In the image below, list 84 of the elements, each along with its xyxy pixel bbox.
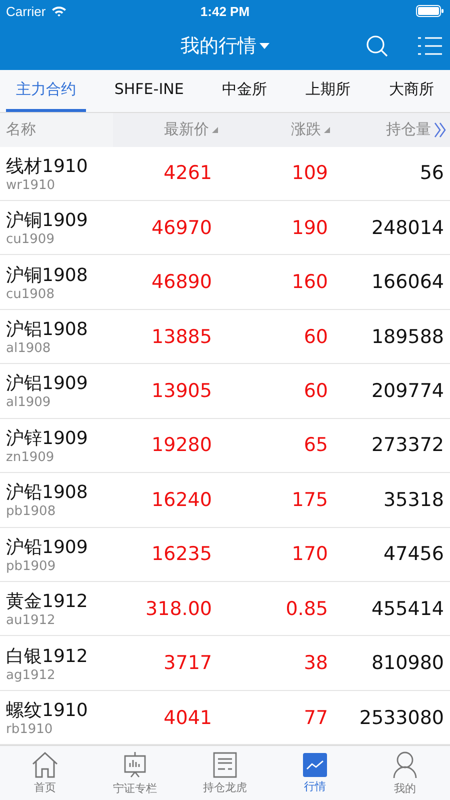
price-cell-text: 46970 bbox=[150, 216, 212, 239]
open-interest-cell-text: 35318 bbox=[382, 488, 444, 511]
contract-code: cu1909 bbox=[6, 232, 56, 248]
open-interest-cell-text: 2533080 bbox=[358, 706, 444, 729]
search-icon[interactable] bbox=[366, 35, 388, 57]
wifi-icon bbox=[50, 5, 67, 17]
contract-name: 沪铅1908 bbox=[6, 481, 89, 504]
price-cell-text: 3717 bbox=[162, 652, 212, 674]
contract-code: au1912 bbox=[6, 613, 56, 628]
change-cell-text: 60 bbox=[302, 326, 328, 348]
document-icon bbox=[213, 752, 237, 778]
open-interest-cell-text: 455414 bbox=[370, 598, 444, 620]
open-interest-cell-text: 810980 bbox=[370, 652, 444, 674]
price-cell-text: 16240 bbox=[150, 488, 212, 511]
change-cell-text: 38 bbox=[302, 652, 328, 674]
double-chevron-icon[interactable] bbox=[434, 122, 446, 138]
contract-code: cu1908 bbox=[6, 286, 56, 302]
home-icon bbox=[31, 752, 59, 778]
contract-code: al1909 bbox=[6, 395, 52, 410]
contract-name: 沪铜1908 bbox=[6, 264, 89, 287]
contract-code: al1908 bbox=[6, 341, 52, 356]
change-cell-text: 170 bbox=[290, 543, 328, 566]
contract-code: pb1908 bbox=[6, 504, 57, 520]
open-interest-cell-text: 56 bbox=[418, 162, 444, 184]
column-header[interactable]: 最新价 bbox=[164, 120, 209, 140]
contract-name: 线材1910 bbox=[6, 154, 89, 178]
contract-code: pb1909 bbox=[6, 558, 57, 574]
contract-name: 螺纹1910 bbox=[6, 699, 89, 722]
contract-name: 沪锌1909 bbox=[6, 426, 89, 450]
battery-icon bbox=[416, 5, 444, 17]
tab[interactable]: 大商所 bbox=[378, 70, 444, 112]
chart-icon bbox=[303, 752, 327, 777]
tab-bar-item[interactable]: 首页 bbox=[10, 752, 80, 795]
sort-icon bbox=[324, 126, 330, 133]
carrier-name: Carrier bbox=[6, 4, 46, 18]
column-header[interactable]: 持仓量 bbox=[386, 120, 431, 140]
contract-code: wr1910 bbox=[6, 178, 56, 193]
title-dropdown[interactable]: 我的行情 bbox=[180, 33, 270, 59]
open-interest-cell-text: 189588 bbox=[370, 326, 444, 348]
presentation-board-icon bbox=[123, 750, 147, 779]
change-cell-text: 77 bbox=[302, 706, 328, 729]
tab[interactable]: 中金所 bbox=[212, 70, 278, 112]
contract-code: ag1912 bbox=[6, 668, 56, 683]
change-cell-text: 60 bbox=[302, 380, 328, 402]
tab[interactable]: 上期所 bbox=[296, 70, 361, 112]
price-cell-text: 4041 bbox=[162, 706, 212, 729]
contract-code: zn1909 bbox=[6, 450, 56, 465]
tab-bar-item[interactable]: 持仓龙虎 bbox=[190, 752, 260, 795]
price-cell-text: 46890 bbox=[150, 271, 212, 294]
column-header[interactable]: 名称 bbox=[6, 120, 36, 140]
open-interest-cell-text: 209774 bbox=[370, 380, 444, 402]
price-cell-text: 4261 bbox=[162, 162, 212, 184]
change-cell-text: 65 bbox=[302, 434, 328, 456]
tab-bar-item[interactable]: 我的 bbox=[370, 750, 440, 796]
open-interest-cell-text: 47456 bbox=[382, 543, 444, 566]
open-interest-cell-text: 248014 bbox=[370, 216, 444, 239]
open-interest-cell-text: 273372 bbox=[370, 434, 444, 456]
change-cell-text: 0.85 bbox=[284, 598, 328, 620]
contract-name: 黄金1912 bbox=[6, 590, 89, 614]
status-time: 1:42 PM bbox=[200, 4, 250, 18]
contract-name: 沪铜1909 bbox=[6, 209, 89, 232]
sort-icon bbox=[212, 126, 218, 133]
price-cell-text: 19280 bbox=[150, 434, 212, 456]
tab[interactable]: SHFE-INE bbox=[104, 70, 194, 112]
price-cell-text: 318.00 bbox=[144, 598, 212, 620]
change-cell-text: 190 bbox=[290, 216, 328, 239]
contract-name: 沪铅1909 bbox=[6, 536, 89, 559]
caret-icon bbox=[260, 43, 270, 49]
contract-name: 沪铝1909 bbox=[6, 372, 89, 396]
person-icon bbox=[393, 750, 417, 779]
change-cell-text: 109 bbox=[290, 162, 328, 184]
price-cell-text: 13885 bbox=[150, 326, 212, 348]
change-cell-text: 160 bbox=[290, 271, 328, 294]
menu-icon[interactable] bbox=[418, 36, 442, 56]
tab-bar-item[interactable]: 行情 bbox=[280, 752, 350, 794]
price-cell-text: 13905 bbox=[150, 380, 212, 402]
open-interest-cell-text: 166064 bbox=[370, 271, 444, 294]
contract-name: 白银1912 bbox=[6, 644, 89, 668]
price-cell-text: 16235 bbox=[150, 543, 212, 566]
change-cell-text: 175 bbox=[290, 488, 328, 511]
contract-name: 沪铝1908 bbox=[6, 318, 89, 342]
contract-code: rb1910 bbox=[6, 722, 54, 738]
tab-bar-item[interactable]: 宁证专栏 bbox=[100, 750, 170, 796]
column-header[interactable]: 涨跌 bbox=[291, 120, 321, 140]
